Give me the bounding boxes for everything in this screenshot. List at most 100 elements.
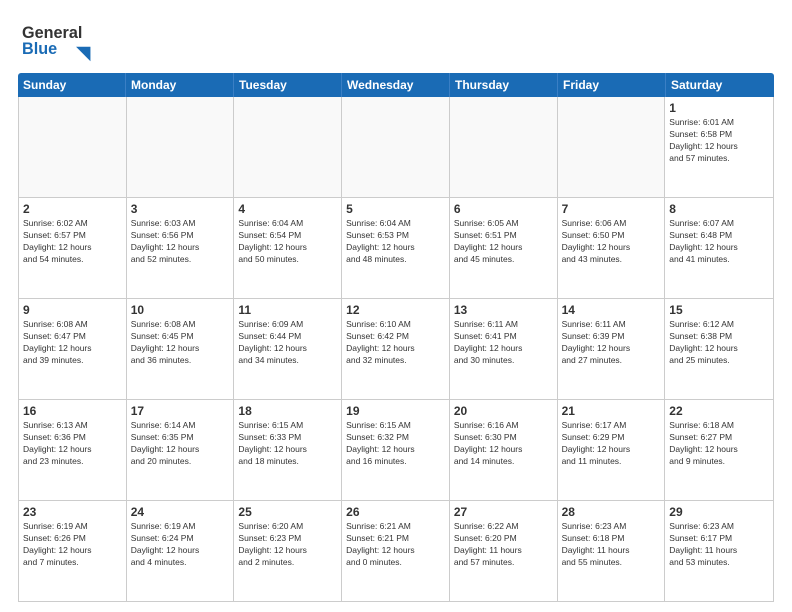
cal-cell: 2Sunrise: 6:02 AMSunset: 6:57 PMDaylight…	[19, 198, 127, 298]
cal-cell: 22Sunrise: 6:18 AMSunset: 6:27 PMDayligh…	[665, 400, 773, 500]
day-number: 2	[23, 201, 122, 217]
cell-info: Sunrise: 6:02 AMSunset: 6:57 PMDaylight:…	[23, 218, 122, 266]
cal-cell	[450, 97, 558, 197]
cal-cell: 4Sunrise: 6:04 AMSunset: 6:54 PMDaylight…	[234, 198, 342, 298]
cell-info: Sunrise: 6:06 AMSunset: 6:50 PMDaylight:…	[562, 218, 661, 266]
cal-cell: 19Sunrise: 6:15 AMSunset: 6:32 PMDayligh…	[342, 400, 450, 500]
cell-info: Sunrise: 6:10 AMSunset: 6:42 PMDaylight:…	[346, 319, 445, 367]
header-day-saturday: Saturday	[666, 73, 774, 97]
cal-cell	[558, 97, 666, 197]
cal-cell: 8Sunrise: 6:07 AMSunset: 6:48 PMDaylight…	[665, 198, 773, 298]
cal-cell: 24Sunrise: 6:19 AMSunset: 6:24 PMDayligh…	[127, 501, 235, 601]
day-number: 10	[131, 302, 230, 318]
day-number: 15	[669, 302, 769, 318]
cell-info: Sunrise: 6:20 AMSunset: 6:23 PMDaylight:…	[238, 521, 337, 569]
day-number: 24	[131, 504, 230, 520]
cell-info: Sunrise: 6:19 AMSunset: 6:26 PMDaylight:…	[23, 521, 122, 569]
cal-cell: 6Sunrise: 6:05 AMSunset: 6:51 PMDaylight…	[450, 198, 558, 298]
cell-info: Sunrise: 6:23 AMSunset: 6:17 PMDaylight:…	[669, 521, 769, 569]
cell-info: Sunrise: 6:01 AMSunset: 6:58 PMDaylight:…	[669, 117, 769, 165]
day-number: 9	[23, 302, 122, 318]
day-number: 4	[238, 201, 337, 217]
cal-cell: 11Sunrise: 6:09 AMSunset: 6:44 PMDayligh…	[234, 299, 342, 399]
day-number: 20	[454, 403, 553, 419]
cell-info: Sunrise: 6:11 AMSunset: 6:39 PMDaylight:…	[562, 319, 661, 367]
cell-info: Sunrise: 6:21 AMSunset: 6:21 PMDaylight:…	[346, 521, 445, 569]
cal-row-2: 2Sunrise: 6:02 AMSunset: 6:57 PMDaylight…	[19, 198, 773, 299]
cal-cell: 28Sunrise: 6:23 AMSunset: 6:18 PMDayligh…	[558, 501, 666, 601]
cell-info: Sunrise: 6:04 AMSunset: 6:54 PMDaylight:…	[238, 218, 337, 266]
day-number: 12	[346, 302, 445, 318]
day-number: 22	[669, 403, 769, 419]
header-day-thursday: Thursday	[450, 73, 558, 97]
cal-cell: 25Sunrise: 6:20 AMSunset: 6:23 PMDayligh…	[234, 501, 342, 601]
day-number: 5	[346, 201, 445, 217]
cal-cell: 23Sunrise: 6:19 AMSunset: 6:26 PMDayligh…	[19, 501, 127, 601]
cell-info: Sunrise: 6:08 AMSunset: 6:47 PMDaylight:…	[23, 319, 122, 367]
day-number: 7	[562, 201, 661, 217]
header-day-monday: Monday	[126, 73, 234, 97]
cell-info: Sunrise: 6:04 AMSunset: 6:53 PMDaylight:…	[346, 218, 445, 266]
cell-info: Sunrise: 6:11 AMSunset: 6:41 PMDaylight:…	[454, 319, 553, 367]
calendar-body: 1Sunrise: 6:01 AMSunset: 6:58 PMDaylight…	[18, 97, 774, 602]
svg-text:Blue: Blue	[22, 40, 57, 58]
cal-cell	[342, 97, 450, 197]
cal-row-4: 16Sunrise: 6:13 AMSunset: 6:36 PMDayligh…	[19, 400, 773, 501]
cal-cell: 1Sunrise: 6:01 AMSunset: 6:58 PMDaylight…	[665, 97, 773, 197]
cell-info: Sunrise: 6:23 AMSunset: 6:18 PMDaylight:…	[562, 521, 661, 569]
cal-row-1: 1Sunrise: 6:01 AMSunset: 6:58 PMDaylight…	[19, 97, 773, 198]
cal-cell	[19, 97, 127, 197]
cal-row-3: 9Sunrise: 6:08 AMSunset: 6:47 PMDaylight…	[19, 299, 773, 400]
cal-cell	[127, 97, 235, 197]
day-number: 13	[454, 302, 553, 318]
cal-cell: 15Sunrise: 6:12 AMSunset: 6:38 PMDayligh…	[665, 299, 773, 399]
header: General Blue	[18, 18, 774, 63]
cal-cell: 21Sunrise: 6:17 AMSunset: 6:29 PMDayligh…	[558, 400, 666, 500]
day-number: 14	[562, 302, 661, 318]
day-number: 21	[562, 403, 661, 419]
day-number: 6	[454, 201, 553, 217]
svg-text:General: General	[22, 24, 82, 42]
day-number: 25	[238, 504, 337, 520]
day-number: 27	[454, 504, 553, 520]
header-day-wednesday: Wednesday	[342, 73, 450, 97]
cell-info: Sunrise: 6:15 AMSunset: 6:32 PMDaylight:…	[346, 420, 445, 468]
day-number: 1	[669, 100, 769, 116]
cell-info: Sunrise: 6:16 AMSunset: 6:30 PMDaylight:…	[454, 420, 553, 468]
cal-cell: 3Sunrise: 6:03 AMSunset: 6:56 PMDaylight…	[127, 198, 235, 298]
day-number: 16	[23, 403, 122, 419]
day-number: 11	[238, 302, 337, 318]
day-number: 19	[346, 403, 445, 419]
cal-cell: 12Sunrise: 6:10 AMSunset: 6:42 PMDayligh…	[342, 299, 450, 399]
day-number: 18	[238, 403, 337, 419]
day-number: 26	[346, 504, 445, 520]
cell-info: Sunrise: 6:13 AMSunset: 6:36 PMDaylight:…	[23, 420, 122, 468]
day-number: 23	[23, 504, 122, 520]
logo-svg: General Blue	[18, 18, 108, 63]
cal-cell: 20Sunrise: 6:16 AMSunset: 6:30 PMDayligh…	[450, 400, 558, 500]
cell-info: Sunrise: 6:12 AMSunset: 6:38 PMDaylight:…	[669, 319, 769, 367]
cal-cell: 18Sunrise: 6:15 AMSunset: 6:33 PMDayligh…	[234, 400, 342, 500]
header-day-sunday: Sunday	[18, 73, 126, 97]
cal-cell: 7Sunrise: 6:06 AMSunset: 6:50 PMDaylight…	[558, 198, 666, 298]
cal-cell: 27Sunrise: 6:22 AMSunset: 6:20 PMDayligh…	[450, 501, 558, 601]
calendar-header: SundayMondayTuesdayWednesdayThursdayFrid…	[18, 73, 774, 97]
day-number: 17	[131, 403, 230, 419]
logo: General Blue	[18, 18, 108, 63]
cell-info: Sunrise: 6:19 AMSunset: 6:24 PMDaylight:…	[131, 521, 230, 569]
calendar: SundayMondayTuesdayWednesdayThursdayFrid…	[18, 73, 774, 602]
cell-info: Sunrise: 6:07 AMSunset: 6:48 PMDaylight:…	[669, 218, 769, 266]
cal-cell: 13Sunrise: 6:11 AMSunset: 6:41 PMDayligh…	[450, 299, 558, 399]
cell-info: Sunrise: 6:05 AMSunset: 6:51 PMDaylight:…	[454, 218, 553, 266]
cal-row-5: 23Sunrise: 6:19 AMSunset: 6:26 PMDayligh…	[19, 501, 773, 601]
cal-cell: 16Sunrise: 6:13 AMSunset: 6:36 PMDayligh…	[19, 400, 127, 500]
header-day-friday: Friday	[558, 73, 666, 97]
day-number: 8	[669, 201, 769, 217]
cal-cell: 17Sunrise: 6:14 AMSunset: 6:35 PMDayligh…	[127, 400, 235, 500]
cal-cell: 14Sunrise: 6:11 AMSunset: 6:39 PMDayligh…	[558, 299, 666, 399]
cell-info: Sunrise: 6:22 AMSunset: 6:20 PMDaylight:…	[454, 521, 553, 569]
cell-info: Sunrise: 6:09 AMSunset: 6:44 PMDaylight:…	[238, 319, 337, 367]
cell-info: Sunrise: 6:14 AMSunset: 6:35 PMDaylight:…	[131, 420, 230, 468]
cell-info: Sunrise: 6:08 AMSunset: 6:45 PMDaylight:…	[131, 319, 230, 367]
cell-info: Sunrise: 6:15 AMSunset: 6:33 PMDaylight:…	[238, 420, 337, 468]
